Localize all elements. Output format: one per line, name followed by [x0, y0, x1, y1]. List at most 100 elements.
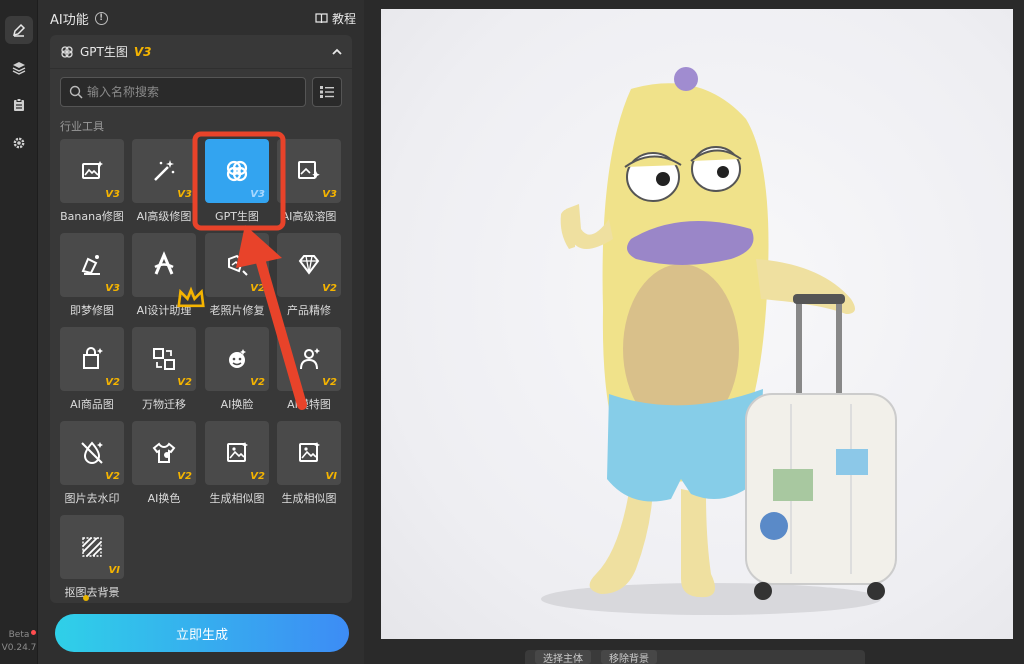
section-version: V3: [133, 44, 152, 59]
tool-tile[interactable]: V3: [60, 233, 124, 297]
tool-gpt-knot-2[interactable]: V3 GPT生图: [205, 139, 269, 225]
rail-edit-button[interactable]: [5, 16, 33, 44]
tool-label: 图片去水印: [64, 492, 120, 505]
canvas-image[interactable]: [381, 9, 1013, 639]
tool-label: AI模特图: [287, 398, 331, 411]
chevron-up-icon[interactable]: [332, 47, 342, 57]
shopping-bag-icon: [83, 347, 103, 369]
tool-shopping-bag-8[interactable]: V2 AI商品图: [60, 327, 124, 413]
tutorial-link[interactable]: 教程: [315, 10, 356, 27]
tool-tile[interactable]: V3: [60, 139, 124, 203]
gpt-knot-icon: [61, 45, 73, 58]
search-input[interactable]: [87, 85, 287, 99]
tool-image-blend-3[interactable]: V3 AI高级溶图: [277, 139, 341, 225]
tool-version-badge: V2: [250, 471, 265, 482]
tool-label: 老照片修复: [209, 304, 265, 317]
image-spark-icon: [82, 161, 103, 179]
rail-settings-button[interactable]: [5, 129, 33, 157]
tool-tile[interactable]: V2: [60, 327, 124, 391]
tool-diamond-7[interactable]: V2 产品精修: [277, 233, 341, 319]
tool-tile[interactable]: V2: [277, 327, 341, 391]
photo-repair-icon: [228, 254, 248, 276]
tool-version-badge: V3: [177, 189, 192, 200]
rail-layers-button[interactable]: [5, 54, 33, 82]
magic-wand-icon: [154, 160, 175, 181]
section-name: GPT生图: [80, 45, 128, 59]
tool-tile[interactable]: VI: [60, 515, 124, 579]
tool-tile[interactable]: V3: [132, 139, 196, 203]
tool-similar-image-14[interactable]: V2 生成相似图: [205, 421, 269, 507]
tool-version-badge: V2: [322, 377, 337, 388]
tool-transfer-9[interactable]: V2 万物迁移: [132, 327, 196, 413]
select-subject-label: 选择主体: [543, 653, 583, 664]
tool-label: GPT生图: [215, 210, 259, 223]
tool-tile[interactable]: V3: [277, 139, 341, 203]
tool-version-badge: V2: [322, 283, 337, 294]
face-swap-icon: [229, 349, 246, 368]
tool-version-badge: V3: [105, 283, 120, 294]
tool-version-badge: V2: [177, 471, 192, 482]
crown-icon: [177, 283, 205, 308]
watermark-remove-icon: [81, 441, 103, 464]
tip-icon: [83, 595, 89, 601]
tool-similar-image-15[interactable]: VI 生成相似图: [277, 421, 341, 507]
remove-bg-button[interactable]: 移除背景: [601, 650, 657, 664]
tool-version-badge: V3: [250, 189, 265, 200]
tool-tile[interactable]: V2: [277, 233, 341, 297]
tool-tile[interactable]: V3: [205, 139, 269, 203]
tutorial-label: 教程: [331, 11, 356, 26]
ai-panel: AI功能 ! 教程 GPT生图 V3 行业工具 V3B: [38, 0, 396, 664]
left-rail: Beta V0.24.7: [0, 0, 38, 664]
tool-magic-wand-1[interactable]: V3 AI高级修图: [132, 139, 196, 225]
info-icon[interactable]: !: [94, 11, 108, 25]
gear-icon: [13, 137, 25, 149]
layers-icon: [12, 62, 26, 75]
tool-label: AI高级修图: [136, 210, 192, 223]
tool-version-badge: V3: [105, 189, 120, 200]
tool-label: 万物迁移: [142, 398, 186, 411]
generate-button[interactable]: 立即生成: [55, 614, 349, 652]
version-label: V0.24.7: [1, 643, 37, 653]
beta-dot: [31, 630, 36, 635]
tool-tile[interactable]: [132, 233, 205, 308]
design-a-icon: [154, 251, 174, 275]
rail-clipboard-button[interactable]: [5, 91, 33, 119]
tool-tile[interactable]: V2: [132, 327, 196, 391]
tool-version-badge: V2: [105, 471, 120, 482]
search-icon: [69, 85, 83, 99]
tool-dream-edit-4[interactable]: V3 即梦修图: [60, 233, 124, 319]
list-view-button[interactable]: [312, 77, 342, 107]
tool-model-11[interactable]: V2 AI模特图: [277, 327, 341, 413]
tool-version-badge: VI: [108, 565, 120, 576]
tool-label: AI高级溶图: [281, 210, 337, 223]
similar-image-icon: [227, 442, 248, 462]
tool-watermark-remove-12[interactable]: V2 图片去水印: [60, 421, 124, 507]
tool-version-badge: V3: [322, 189, 337, 200]
tool-label: AI换脸: [220, 398, 254, 411]
tool-tile[interactable]: V2: [205, 233, 269, 297]
bottom-toolbar: 选择主体 移除背景: [525, 650, 865, 664]
section-header[interactable]: GPT生图 V3: [50, 35, 352, 69]
tool-tile[interactable]: V2: [132, 421, 196, 485]
tool-version-badge: V2: [105, 377, 120, 388]
tool-image-spark-0[interactable]: V3 Banana修图: [60, 139, 124, 225]
tool-label: Banana修图: [60, 210, 124, 223]
tool-tile[interactable]: V2: [205, 327, 269, 391]
similar-image-icon: [299, 442, 320, 462]
tool-label: 生成相似图: [281, 492, 337, 505]
tool-tile[interactable]: V2: [60, 421, 124, 485]
tool-design-a-5[interactable]: AI设计助理: [132, 233, 205, 319]
cutout-icon: [82, 537, 102, 557]
select-subject-button[interactable]: 选择主体: [535, 650, 591, 664]
tool-photo-repair-6[interactable]: V2 老照片修复: [205, 233, 269, 319]
tool-tile[interactable]: V2: [205, 421, 269, 485]
remove-bg-label: 移除背景: [609, 653, 649, 664]
tool-shirt-color-13[interactable]: V2 AI换色: [132, 421, 196, 507]
transfer-icon: [153, 348, 175, 370]
tool-tile[interactable]: VI: [277, 421, 341, 485]
image-blend-icon: [298, 161, 320, 179]
tool-face-swap-10[interactable]: V2 AI换脸: [205, 327, 269, 413]
gpt-knot-icon: [226, 160, 248, 182]
tool-label: AI换色: [147, 492, 181, 505]
tool-label: 即梦修图: [70, 304, 114, 317]
